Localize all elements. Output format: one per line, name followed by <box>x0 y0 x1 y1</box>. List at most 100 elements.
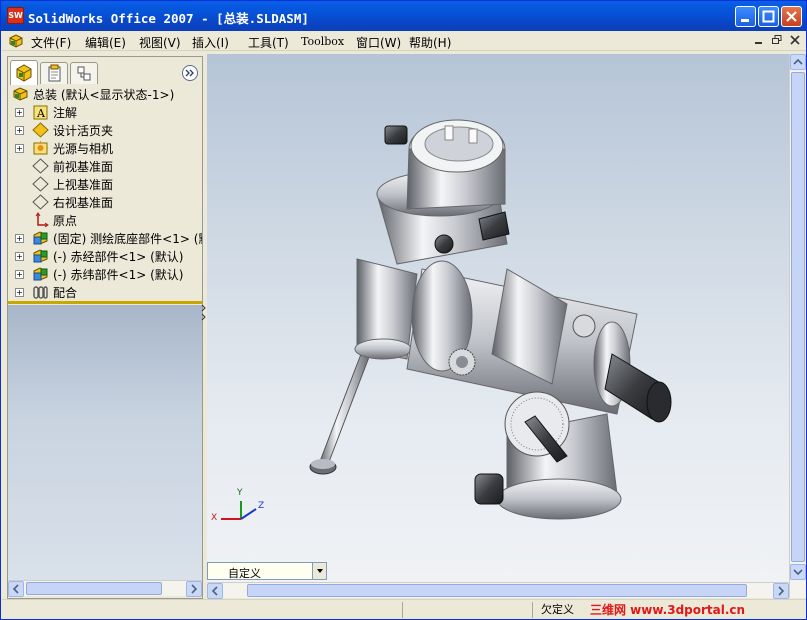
status-bar: 欠定义 三维网 www.3dportal.cn <box>2 599 806 619</box>
chevron-down-icon <box>316 569 323 573</box>
scroll-up-button[interactable] <box>790 54 806 70</box>
plane-icon <box>32 176 49 192</box>
plane-icon <box>32 194 49 210</box>
double-chevron-right-icon <box>185 69 194 77</box>
tree-item-front-plane[interactable]: 前视基准面 <box>8 157 202 175</box>
close-button[interactable] <box>781 6 802 27</box>
solidworks-logo-icon[interactable]: SW <box>7 7 24 24</box>
scroll-thumb[interactable] <box>791 72 805 562</box>
expand-icon[interactable]: + <box>15 108 24 117</box>
menu-insert[interactable]: 插入(I) <box>192 34 229 51</box>
tree-item-label: (-) 赤纬部件<1> (默认) <box>53 268 184 282</box>
triad-z-label: Z <box>258 501 265 511</box>
scroll-left-button[interactable] <box>8 581 24 597</box>
tree-root-label: 总装 (默认<显示状态-1>) <box>33 88 175 102</box>
view-orientation-select[interactable]: 自定义 <box>207 562 327 580</box>
minimize-icon <box>741 19 749 22</box>
tree-item-label: 配合 <box>53 286 78 300</box>
graphics-area[interactable]: Y X Z 自定义 <box>207 54 789 582</box>
tree-item-ra-assembly[interactable]: + (-) 赤经部件<1> (默认) <box>8 247 202 265</box>
scroll-down-button[interactable] <box>790 564 806 580</box>
tree-item-label: (-) 赤经部件<1> (默认) <box>53 250 184 264</box>
origin-icon <box>35 212 49 228</box>
expand-icon[interactable]: + <box>15 234 24 243</box>
tree-item-annotations[interactable]: + A 注解 <box>8 103 202 121</box>
tree-item-label: 注解 <box>53 106 78 120</box>
panel-tabs <box>8 57 202 87</box>
minimize-button[interactable] <box>735 6 756 27</box>
doc-minimize-button[interactable] <box>752 34 766 48</box>
tree-item-top-plane[interactable]: 上视基准面 <box>8 175 202 193</box>
menu-help[interactable]: 帮助(H) <box>409 34 451 51</box>
menu-edit[interactable]: 编辑(E) <box>85 34 126 51</box>
tree-item-label: 前视基准面 <box>53 160 114 174</box>
tree-item-mates[interactable]: + 配合 <box>8 283 202 301</box>
tree-item-base-assembly[interactable]: + (固定) 测绘底座部件<1> (默 <box>8 229 202 247</box>
tree-item-origin[interactable]: 原点 <box>8 211 202 229</box>
scroll-thumb[interactable] <box>247 584 747 597</box>
expand-icon[interactable]: + <box>15 126 24 135</box>
panel-splitter[interactable] <box>8 301 202 304</box>
maximize-icon <box>762 10 775 23</box>
feature-tree-icon <box>16 64 32 82</box>
menu-view[interactable]: 视图(V) <box>139 34 181 51</box>
menu-tools[interactable]: 工具(T) <box>248 34 289 51</box>
triad-y-label: Y <box>237 488 243 498</box>
restore-icon <box>772 35 782 44</box>
tree-horizontal-scrollbar[interactable] <box>8 580 202 597</box>
watermark-text: 三维网 www.3dportal.cn <box>590 603 746 617</box>
viewport-horizontal-scrollbar[interactable] <box>207 582 789 599</box>
viewport-vertical-scrollbar[interactable] <box>789 54 806 598</box>
scroll-left-button[interactable] <box>207 583 223 599</box>
arrow-left-icon <box>211 586 218 596</box>
subassembly-icon <box>33 249 48 263</box>
telescope-mount-model[interactable] <box>207 54 789 582</box>
main-window: SW SolidWorks Office 2007 - [总装.SLDASM] … <box>0 0 807 620</box>
view-orientation-value: 自定义 <box>228 567 261 580</box>
arrow-down-icon <box>793 569 803 576</box>
doc-close-button[interactable] <box>788 34 802 48</box>
subassembly-icon <box>33 231 48 245</box>
tree-root[interactable]: 总装 (默认<显示状态-1>) <box>8 85 202 103</box>
property-manager-icon <box>48 64 61 82</box>
expand-icon[interactable]: + <box>15 252 24 261</box>
annotation-icon: A <box>33 105 48 120</box>
feature-manager-panel: 总装 (默认<显示状态-1>) + A 注解 + 设计活页夹 + 光源与相机 前… <box>7 56 203 599</box>
tree-item-right-plane[interactable]: 右视基准面 <box>8 193 202 211</box>
scroll-right-button[interactable] <box>773 583 789 599</box>
feature-tree: 总装 (默认<显示状态-1>) + A 注解 + 设计活页夹 + 光源与相机 前… <box>8 85 202 302</box>
menu-window[interactable]: 窗口(W) <box>356 34 401 51</box>
collapse-panel-button[interactable] <box>182 65 198 81</box>
minimize-icon <box>755 42 762 44</box>
tree-item-design-binder[interactable]: + 设计活页夹 <box>8 121 202 139</box>
window-title: SolidWorks Office 2007 - [总装.SLDASM] <box>28 11 309 26</box>
scroll-thumb[interactable] <box>26 582 162 595</box>
title-bar[interactable]: SW SolidWorks Office 2007 - [总装.SLDASM] <box>1 1 806 31</box>
tab-property-manager[interactable] <box>40 62 68 84</box>
configuration-manager-icon <box>77 66 91 81</box>
triad-x-label: X <box>211 513 218 523</box>
expand-icon[interactable]: + <box>15 270 24 279</box>
scroll-right-button[interactable] <box>186 581 202 597</box>
expand-icon[interactable]: + <box>15 144 24 153</box>
menu-toolbox[interactable]: Toolbox <box>301 35 344 48</box>
tree-item-lights-cameras[interactable]: + 光源与相机 <box>8 139 202 157</box>
mates-icon <box>33 286 48 299</box>
assembly-doc-icon[interactable] <box>8 33 24 49</box>
restore-button[interactable] <box>758 6 779 27</box>
doc-restore-button[interactable] <box>770 34 784 48</box>
tab-feature-manager[interactable] <box>10 60 38 85</box>
tree-item-dec-assembly[interactable]: + (-) 赤纬部件<1> (默认) <box>8 265 202 283</box>
menu-file[interactable]: 文件(F) <box>31 34 71 51</box>
expand-icon[interactable]: + <box>15 288 24 297</box>
tree-item-label: 右视基准面 <box>53 196 114 210</box>
design-binder-icon <box>32 122 49 138</box>
svg-text:A: A <box>36 107 46 120</box>
tree-item-label: 光源与相机 <box>53 142 114 156</box>
close-icon <box>786 11 797 22</box>
tab-configuration-manager[interactable] <box>70 62 98 84</box>
status-definition: 欠定义 <box>532 602 588 618</box>
assembly-icon <box>13 87 28 101</box>
dropdown-arrow-button[interactable] <box>312 563 326 579</box>
close-icon <box>790 35 800 45</box>
